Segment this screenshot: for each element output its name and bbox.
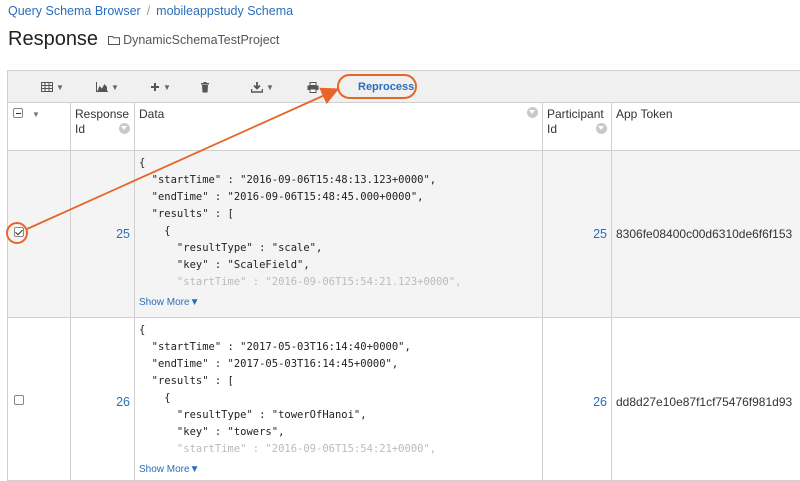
- header-participant-id-label: Participant Id: [547, 107, 604, 136]
- app-token-cell: 8306fe08400c00d6310de6f6f153: [616, 227, 793, 241]
- header-data[interactable]: Data: [135, 103, 543, 151]
- chevron-down-icon[interactable]: ▼: [32, 107, 40, 122]
- table-row[interactable]: 25 { "startTime" : "2016-09-06T15:48:13.…: [8, 151, 800, 318]
- row-checkbox[interactable]: [14, 395, 24, 405]
- chevron-down-icon: ▼: [266, 82, 274, 92]
- reprocess-button[interactable]: Reprocess: [350, 78, 422, 96]
- grid-header: ▼ Response Id Data Participant Id App To…: [8, 103, 800, 151]
- print-icon: [307, 81, 319, 93]
- grid-icon: [41, 82, 53, 92]
- json-data: { "startTime" : "2017-05-03T16:14:40+000…: [139, 324, 437, 455]
- header-data-label: Data: [139, 107, 165, 121]
- folder-path[interactable]: DynamicSchemaTestProject: [108, 33, 279, 47]
- header-response-id[interactable]: Response Id: [71, 103, 135, 151]
- show-more-link[interactable]: Show More▼: [139, 297, 199, 308]
- grid-toolbar: ▼ ▼ ▼ ▼ Reprocess: [8, 71, 800, 103]
- chevron-down-icon: ▼: [163, 82, 171, 92]
- title-row: Response DynamicSchemaTestProject: [8, 28, 279, 51]
- select-all-checkbox[interactable]: [13, 108, 23, 118]
- json-data: { "startTime" : "2016-09-06T15:48:13.123…: [139, 157, 462, 288]
- sort-icon[interactable]: [119, 123, 130, 134]
- chevron-down-icon: ▼: [56, 82, 64, 92]
- row-select-cell: [8, 151, 71, 317]
- header-participant-id[interactable]: Participant Id: [543, 103, 612, 151]
- charts-menu[interactable]: ▼: [96, 78, 119, 96]
- data-cell: { "startTime" : "2017-05-03T16:14:40+000…: [135, 318, 543, 480]
- chevron-down-icon: ▼: [111, 82, 119, 92]
- folder-icon: [108, 36, 121, 45]
- response-id-cell[interactable]: 26: [71, 318, 135, 480]
- trash-icon: [201, 81, 209, 92]
- breadcrumb-query-schema-browser[interactable]: Query Schema Browser: [8, 4, 141, 18]
- participant-id-cell[interactable]: 25: [543, 151, 612, 317]
- row-checkbox[interactable]: [14, 227, 24, 237]
- print-button[interactable]: [307, 78, 319, 96]
- folder-name: DynamicSchemaTestProject: [123, 32, 280, 47]
- insert-menu[interactable]: ▼: [150, 78, 171, 96]
- header-app-token[interactable]: App Token: [612, 103, 800, 151]
- delete-button[interactable]: [200, 78, 210, 96]
- response-id-cell[interactable]: 25: [71, 151, 135, 317]
- download-icon: [251, 81, 263, 93]
- breadcrumb-separator: /: [146, 4, 151, 18]
- data-cell: { "startTime" : "2016-09-06T15:48:13.123…: [135, 151, 543, 317]
- area-chart-icon: [96, 82, 108, 92]
- plus-icon: [151, 83, 159, 91]
- row-select-cell: [8, 318, 71, 480]
- header-app-token-label: App Token: [616, 107, 673, 121]
- app-token-cell: dd8d27e10e87f1cf75476f981d93: [616, 395, 793, 409]
- select-all-header[interactable]: ▼: [8, 103, 71, 151]
- grid-view-menu[interactable]: ▼: [41, 78, 64, 96]
- table-row[interactable]: 26 { "startTime" : "2017-05-03T16:14:40+…: [8, 318, 800, 480]
- participant-id-cell[interactable]: 26: [543, 318, 612, 480]
- data-grid: ▼ ▼ ▼ ▼ Reprocess ▼ Response Id Data Par…: [7, 70, 800, 481]
- sort-icon[interactable]: [596, 123, 607, 134]
- breadcrumb-mobileappstudy-schema[interactable]: mobileappstudy Schema: [156, 4, 293, 18]
- sort-icon[interactable]: [527, 107, 538, 118]
- show-more-link[interactable]: Show More▼: [139, 464, 199, 475]
- breadcrumb: Query Schema Browser / mobileappstudy Sc…: [8, 4, 293, 18]
- page-title: Response: [8, 28, 99, 50]
- export-menu[interactable]: ▼: [251, 78, 274, 96]
